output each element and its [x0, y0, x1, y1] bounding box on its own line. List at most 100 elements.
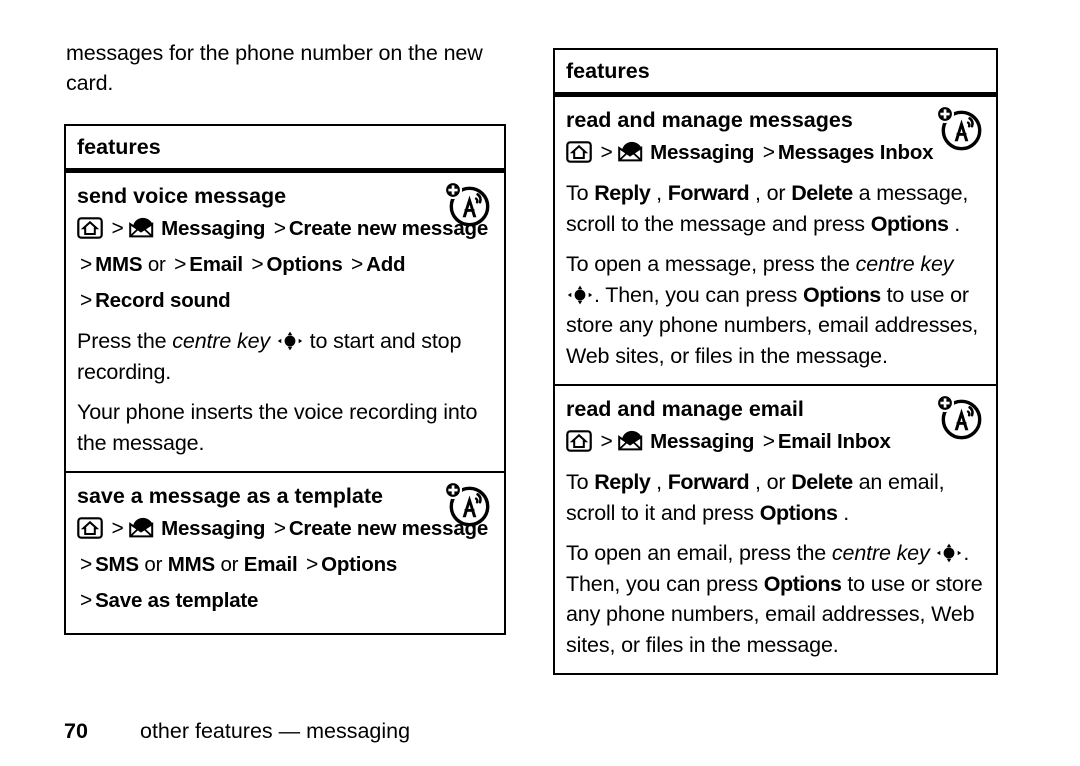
path-item: Delete: [791, 470, 853, 494]
path-separator: >: [351, 253, 364, 276]
path-item: Messaging: [650, 141, 755, 164]
path-item: MMS: [167, 553, 215, 576]
path-item: Add: [366, 253, 406, 276]
centre-key-icon: [937, 543, 962, 563]
instruction-paragraph: To Reply , Forward , or Delete a message…: [566, 178, 986, 239]
home-icon: [566, 141, 592, 163]
menu-path-line: > Record sound: [77, 286, 494, 316]
path-separator: >: [80, 589, 93, 612]
path-item: Reply: [594, 470, 651, 494]
page-number: 70: [64, 719, 88, 743]
emphasis-text: centre key: [831, 541, 930, 565]
centre-key-icon: [567, 285, 593, 304]
envelope-icon: [128, 217, 153, 238]
feature-section: read and manage email > Messaging > Email…: [555, 386, 996, 673]
envelope-icon: [128, 517, 153, 538]
feature-heading: read and manage messages: [566, 108, 853, 132]
path-item: SMS: [95, 553, 139, 576]
path-item: Options: [321, 553, 398, 576]
path-separator: >: [273, 517, 286, 540]
path-item: Email: [243, 553, 298, 576]
instruction-paragraph: Your phone inserts the voice recording i…: [77, 397, 494, 458]
right-sections-container: read and manage messages > Messaging > Me…: [555, 97, 996, 673]
path-separator: >: [600, 430, 613, 453]
features-box-title: features: [66, 126, 504, 173]
path-item: Forward: [667, 181, 750, 205]
path-item: Messaging: [650, 430, 755, 453]
path-item: Options: [266, 253, 343, 276]
path-item: Messages Inbox: [777, 141, 934, 164]
path-item: Forward: [667, 470, 750, 494]
feature-section: read and manage messages > Messaging > Me…: [555, 97, 996, 386]
envelope-icon: [617, 430, 642, 451]
feature-section: send voice message > Messaging > Create n…: [66, 173, 504, 473]
emphasis-text: centre key: [172, 329, 270, 353]
path-conjunction: or: [144, 553, 163, 576]
body-text: To: [566, 181, 595, 205]
path-separator: >: [273, 217, 286, 240]
body-text: , or: [754, 470, 792, 494]
home-icon: [77, 217, 103, 239]
left-sections-container: send voice message > Messaging > Create n…: [66, 173, 504, 633]
path-item: Email Inbox: [777, 430, 891, 453]
path-item: Email: [189, 253, 243, 276]
features-box-right: features read and manage messages > Mess…: [553, 48, 998, 675]
features-box-title: features: [555, 50, 996, 97]
path-item: Options: [870, 211, 949, 236]
path-separator: >: [111, 517, 124, 540]
path-separator: >: [600, 141, 613, 164]
body-text: To open a message, press the: [566, 252, 856, 276]
path-separator: >: [111, 217, 124, 240]
right-column: features read and manage messages > Mess…: [553, 48, 998, 675]
path-item: Reply: [594, 181, 651, 205]
feature-heading: save a message as a template: [77, 484, 383, 508]
page-footer: 70 other features — messaging: [64, 718, 964, 744]
path-separator: >: [306, 553, 319, 576]
path-item: Options: [763, 571, 842, 596]
network-plus-icon: [443, 480, 490, 527]
body-text: , or: [754, 181, 792, 205]
envelope-icon: [617, 141, 642, 162]
path-item: Save as template: [95, 589, 259, 612]
intro-paragraph: messages for the phone number on the new…: [66, 41, 483, 95]
feature-heading: read and manage email: [566, 397, 804, 421]
network-plus-icon: [935, 393, 982, 440]
features-box-left: features send voice message > Messaging …: [64, 124, 506, 635]
path-separator: >: [80, 253, 93, 276]
path-item: Options: [759, 500, 838, 525]
body-text: .: [954, 211, 961, 236]
body-text: ,: [656, 181, 668, 205]
network-plus-icon: [443, 180, 490, 227]
path-item: Options: [803, 282, 881, 307]
body-text: To: [566, 470, 595, 494]
network-plus-icon: [935, 104, 982, 151]
footer-label: other features — messaging: [140, 719, 411, 743]
body-text: . Then, you can press: [594, 282, 804, 307]
menu-path-line: > Messaging > Messages Inbox: [566, 138, 986, 168]
path-separator: >: [251, 253, 264, 276]
centre-key-icon: [277, 331, 303, 351]
path-item: Messaging: [161, 517, 266, 540]
menu-path-line: > Messaging > Create new message: [77, 214, 494, 244]
body-text: [930, 541, 936, 565]
menu-path-line: > Save as template: [77, 586, 494, 616]
body-text: .: [843, 500, 850, 525]
left-column: messages for the phone number on the new…: [64, 38, 506, 635]
menu-path-line: > SMS or MMS or Email > Options: [77, 550, 494, 580]
body-text: Your phone inserts the voice recording i…: [77, 400, 478, 455]
path-separator: >: [762, 430, 775, 453]
path-item: Record sound: [95, 289, 231, 312]
path-separator: >: [174, 253, 187, 276]
path-conjunction: or: [220, 553, 239, 576]
path-item: MMS: [95, 253, 143, 276]
instruction-paragraph: Press the centre key to start and stop r…: [77, 326, 494, 387]
path-item: Delete: [791, 181, 853, 205]
feature-section: save a message as a template > Messaging…: [66, 473, 504, 633]
menu-path-line: > MMS or > Email > Options > Add: [77, 250, 494, 280]
instruction-paragraph: To open a message, press the centre key …: [566, 249, 986, 371]
emphasis-text: centre key: [855, 252, 954, 276]
manual-page: messages for the phone number on the new…: [0, 0, 1080, 766]
body-text: Press the: [77, 329, 173, 353]
menu-path-line: > Messaging > Email Inbox: [566, 427, 986, 457]
menu-path-line: > Messaging > Create new message: [77, 514, 494, 544]
